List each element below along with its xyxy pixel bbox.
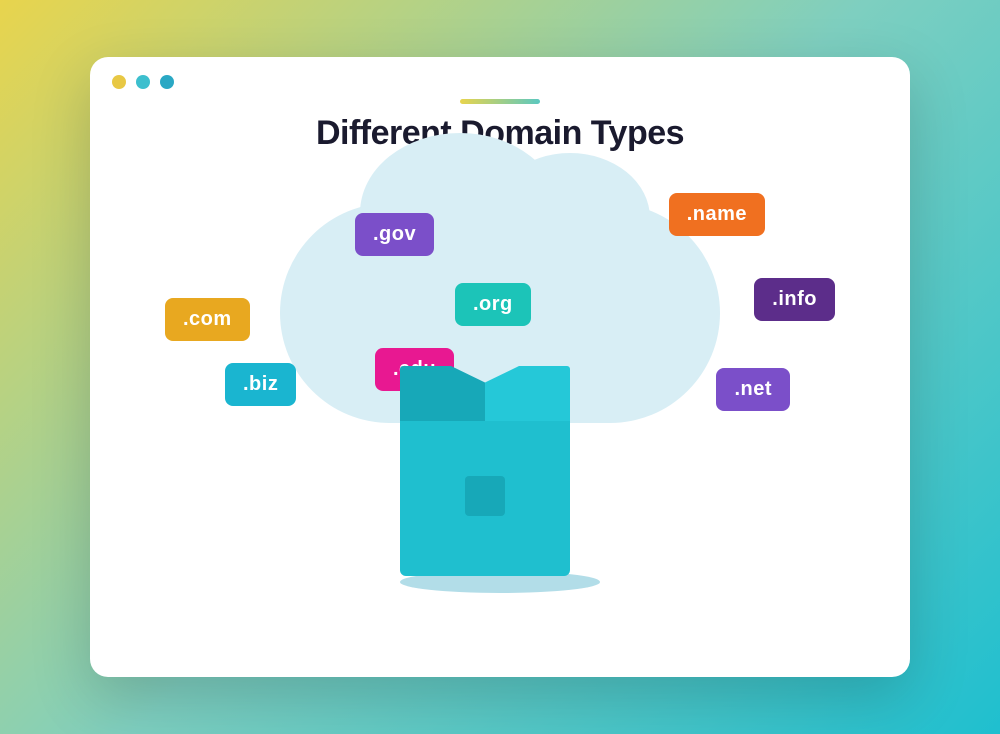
title-bar — [90, 57, 910, 99]
dot-teal — [136, 75, 150, 89]
tag-org: .org — [455, 283, 531, 326]
tag-biz: .biz — [225, 363, 296, 406]
tag-name: .name — [669, 193, 765, 236]
tag-com: .com — [165, 298, 250, 341]
title-accent-bar — [460, 99, 540, 104]
tag-gov: .gov — [355, 213, 434, 256]
browser-window: Different Domain Types .com .gov .name .… — [90, 57, 910, 677]
tag-net: .net — [716, 368, 790, 411]
illustration-area: .com .gov .name .org .info .edu .biz .ne… — [90, 153, 910, 613]
dot-yellow — [112, 75, 126, 89]
box-body — [400, 416, 570, 576]
box-inner-square — [465, 476, 505, 516]
dot-blue — [160, 75, 174, 89]
tag-info: .info — [754, 278, 835, 321]
box-container — [400, 416, 600, 593]
